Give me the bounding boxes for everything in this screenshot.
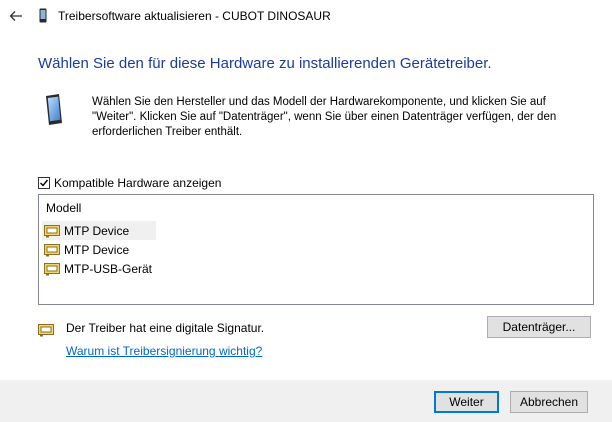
list-item[interactable]: MTP Device [42, 240, 156, 259]
list-item[interactable]: MTP-USB-Gerät [42, 259, 156, 278]
driver-package-icon [44, 262, 60, 275]
have-disk-button[interactable]: Datenträger... [487, 316, 591, 338]
signature-status-text: Der Treiber hat eine digitale Signatur. [66, 321, 265, 335]
driver-package-icon [44, 243, 60, 256]
list-item-label: MTP-USB-Gerät [64, 261, 153, 276]
list-column-header: Modell [46, 201, 82, 215]
list-item-label: MTP Device [64, 223, 130, 238]
phone-device-icon [39, 8, 47, 23]
compatible-hardware-label[interactable]: Kompatible Hardware anzeigen [54, 176, 221, 190]
instructions-text: Wählen Sie den Hersteller und das Modell… [92, 96, 557, 138]
phone-device-icon [46, 94, 62, 125]
back-arrow-icon[interactable] [8, 8, 24, 24]
driver-package-icon [44, 224, 60, 237]
compatible-hardware-checkbox[interactable] [38, 177, 50, 189]
window-title: Treibersoftware aktualisieren - CUBOT DI… [58, 9, 331, 23]
model-listbox[interactable]: Modell MTP Device MTP Device MTP-USB-Ger… [38, 194, 594, 305]
title-bar: Treibersoftware aktualisieren - CUBOT DI… [0, 0, 612, 32]
list-item[interactable]: MTP Device [42, 221, 157, 240]
next-button[interactable]: Weiter [434, 391, 499, 413]
model-list-items: MTP Device MTP Device MTP-USB-Gerät [42, 221, 157, 278]
cancel-button[interactable]: Abbrechen [510, 391, 588, 413]
checkmark-icon [40, 179, 49, 187]
compatible-hardware-row[interactable]: Kompatible Hardware anzeigen [38, 175, 221, 191]
page-heading: Wählen Sie den für diese Hardware zu ins… [38, 55, 492, 72]
signed-driver-icon [38, 324, 54, 337]
signing-info-link[interactable]: Warum ist Treibersignierung wichtig? [66, 344, 262, 358]
list-item-label: MTP Device [64, 242, 130, 257]
